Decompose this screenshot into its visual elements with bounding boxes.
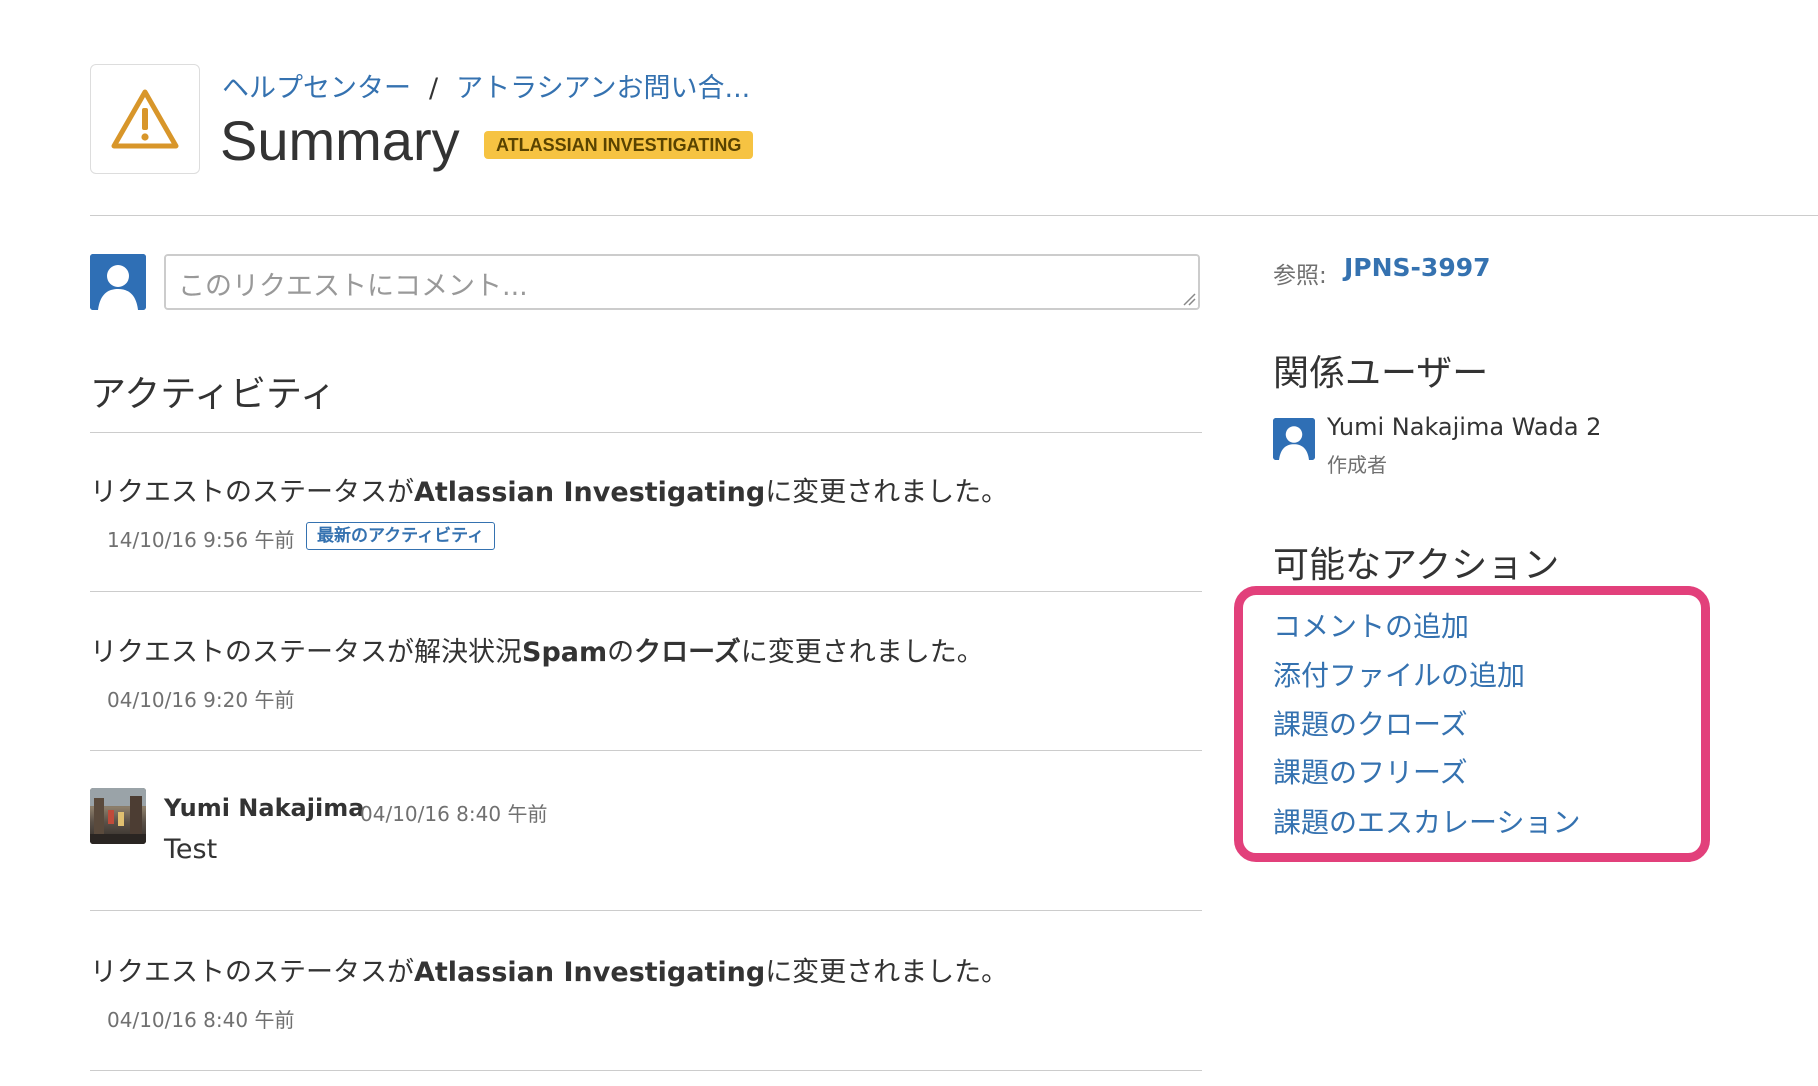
participants-heading: 関係ユーザー (1273, 353, 1489, 394)
breadcrumb: ヘルプセンター / アトラシアンお問い合... (222, 66, 750, 105)
activity-heading: アクティビティ (90, 374, 336, 415)
action-close-issue[interactable]: 課題のクローズ (1273, 703, 1468, 743)
comment-time: 04/10/16 8:40 午前 (360, 802, 548, 826)
activity-divider (90, 750, 1202, 751)
participant-role: 作成者 (1327, 453, 1387, 477)
issue-key-link[interactable]: JPNS-3997 (1344, 253, 1491, 282)
activity-divider (90, 591, 1202, 592)
participant-name: Yumi Nakajima Wada 2 (1327, 413, 1602, 441)
latest-activity-badge: 最新のアクティビティ (306, 522, 496, 550)
current-user-avatar (90, 254, 146, 310)
activity-item-status-change: リクエストのステータスが解決状況Spamのクローズに変更されました。 (90, 637, 984, 668)
action-freeze-issue[interactable]: 課題のフリーズ (1273, 751, 1468, 791)
activity-item-status-change: リクエストのステータスがAtlassian Investigatingに変更され… (90, 957, 1009, 988)
actions-heading: 可能なアクション (1273, 545, 1560, 586)
action-add-attachment[interactable]: 添付ファイルの追加 (1273, 654, 1525, 694)
activity-divider (90, 910, 1202, 911)
header-divider (90, 215, 1818, 216)
commenter-photo (90, 788, 146, 844)
breadcrumb-service-desk[interactable]: アトラシアンお問い合... (456, 73, 750, 104)
activity-date: 04/10/16 8:40 午前 (107, 1008, 295, 1032)
commenter-avatar (90, 788, 146, 844)
action-escalate-issue[interactable]: 課題のエスカレーション (1273, 801, 1580, 841)
warning-icon (111, 89, 179, 149)
participant-avatar (1273, 418, 1315, 460)
activity-divider (90, 1070, 1202, 1071)
activity-item-status-change: リクエストのステータスがAtlassian Investigatingに変更され… (90, 477, 1009, 508)
page-title: Summary (220, 109, 460, 172)
comment-author[interactable]: Yumi Nakajima (164, 794, 364, 822)
comment-input[interactable] (164, 254, 1200, 310)
default-user-icon (90, 254, 146, 310)
status-badge: ATLASSIAN INVESTIGATING (484, 131, 754, 159)
comment-body: Test (164, 834, 218, 865)
activity-divider (90, 432, 1202, 433)
reference-label: 参照: (1273, 263, 1327, 289)
breadcrumb-help-center[interactable]: ヘルプセンター (222, 73, 411, 104)
breadcrumb-separator: / (429, 73, 439, 104)
request-type-icon-box (90, 64, 200, 174)
action-add-comment[interactable]: コメントの追加 (1273, 605, 1469, 645)
default-user-icon (1273, 418, 1315, 460)
activity-date: 04/10/16 9:20 午前 (107, 688, 295, 712)
activity-date: 14/10/16 9:56 午前 (107, 528, 295, 552)
resize-handle-icon[interactable] (1182, 292, 1196, 306)
